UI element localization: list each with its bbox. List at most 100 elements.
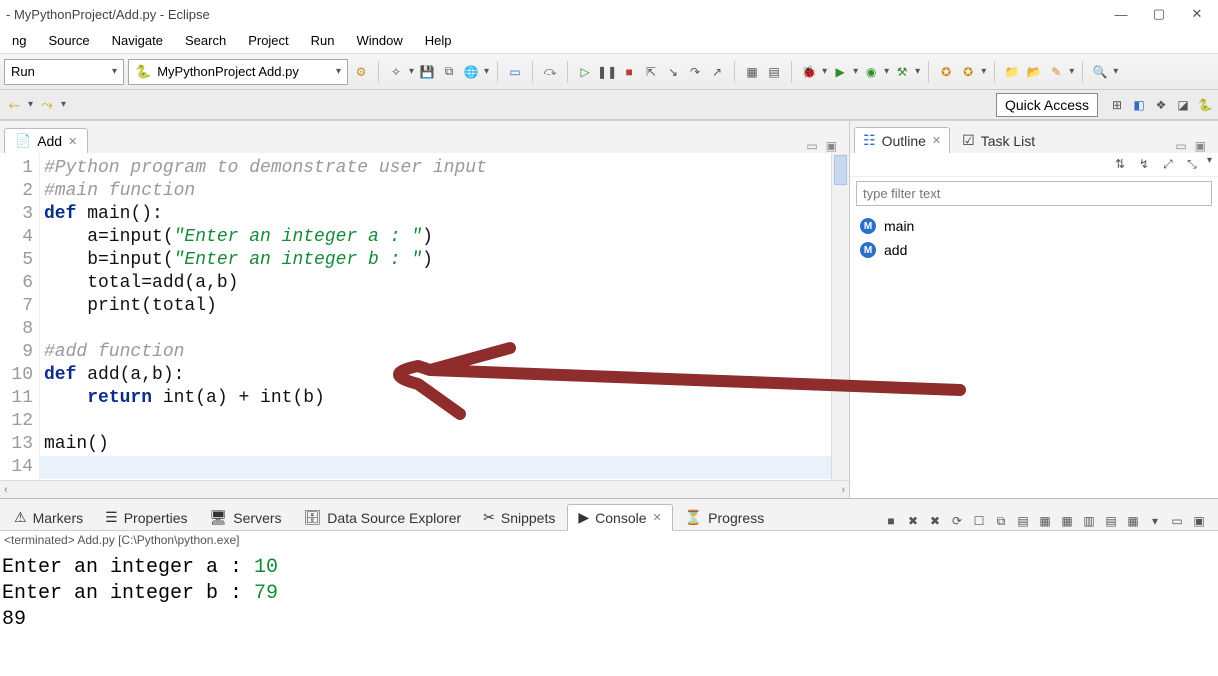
code-line[interactable]: #Python program to demonstrate user inpu…: [44, 157, 831, 180]
code-editor[interactable]: 1234567891011121314 #Python program to d…: [0, 153, 849, 480]
chevron-down-icon[interactable]: ▾: [28, 99, 33, 110]
menu-navigate[interactable]: Navigate: [102, 30, 173, 51]
debug-icon[interactable]: 🐞: [800, 63, 818, 81]
scroll-left-icon[interactable]: ‹: [4, 484, 8, 496]
disconnect-icon[interactable]: ⇱: [642, 63, 660, 81]
console-toolbar-icon[interactable]: ▣: [1190, 512, 1208, 530]
collapse-icon[interactable]: ⤢: [1159, 155, 1177, 173]
menu-window[interactable]: Window: [347, 30, 413, 51]
expand-icon[interactable]: ⤡: [1183, 155, 1201, 173]
pause-icon[interactable]: ❚❚: [598, 63, 616, 81]
code-line[interactable]: return int(a) + int(b): [44, 387, 831, 410]
console-toolbar-icon[interactable]: ▭: [1168, 512, 1186, 530]
close-icon[interactable]: ✕: [932, 134, 941, 147]
forward-icon[interactable]: ⤳: [37, 96, 57, 114]
close-icon[interactable]: ✕: [68, 135, 77, 148]
step-into-icon[interactable]: ↘: [664, 63, 682, 81]
horizontal-scrollbar[interactable]: ‹ ›: [0, 480, 849, 498]
pydev-perspective-icon[interactable]: 🐍: [1196, 96, 1214, 114]
open-perspective-icon[interactable]: ⊞: [1108, 96, 1126, 114]
tab-data-source-explorer[interactable]: 🗄Data Source Explorer: [294, 505, 472, 530]
minimize-view-icon[interactable]: ▭: [1175, 139, 1186, 153]
resume-icon[interactable]: ▷: [576, 63, 594, 81]
wand-icon[interactable]: ✎: [1047, 63, 1065, 81]
code-line[interactable]: def add(a,b):: [44, 364, 831, 387]
tab-outline[interactable]: ☷ Outline ✕: [854, 127, 950, 153]
minimize-view-icon[interactable]: ▭: [806, 139, 817, 153]
menu-search[interactable]: Search: [175, 30, 236, 51]
view-menu-icon[interactable]: ▾: [1207, 155, 1212, 174]
minimize-button[interactable]: —: [1114, 7, 1128, 21]
step-return-icon[interactable]: ↗: [708, 63, 726, 81]
console-toolbar-icon[interactable]: ✖: [926, 512, 944, 530]
code-line[interactable]: total=add(a,b): [44, 272, 831, 295]
console-toolbar-icon[interactable]: ▦: [1036, 512, 1054, 530]
menu-ng[interactable]: ng: [2, 30, 36, 51]
folder-open-icon[interactable]: 📂: [1025, 63, 1043, 81]
perspective-icon[interactable]: ◧: [1130, 96, 1148, 114]
project-combo[interactable]: 🐍 MyPythonProject Add.py ▾: [128, 59, 348, 85]
code-line[interactable]: #add function: [44, 341, 831, 364]
run-configuration-combo[interactable]: Run ▾: [4, 59, 124, 85]
chevron-down-icon[interactable]: ▾: [409, 66, 414, 77]
close-button[interactable]: ✕: [1190, 7, 1204, 21]
coverage-icon[interactable]: ◉: [862, 63, 880, 81]
chevron-down-icon[interactable]: ▾: [484, 66, 489, 77]
outline-item-main[interactable]: Mmain: [860, 214, 1208, 238]
menu-source[interactable]: Source: [38, 30, 99, 51]
editor-tab-add[interactable]: 📄 Add ✕: [4, 128, 88, 153]
console-toolbar-icon[interactable]: ▦: [1124, 512, 1142, 530]
perspective-icon[interactable]: ◪: [1174, 96, 1192, 114]
gear-icon[interactable]: ⚙: [352, 63, 370, 81]
code-line[interactable]: print(total): [44, 295, 831, 318]
code-line[interactable]: [44, 318, 831, 341]
console-toolbar-icon[interactable]: ▾: [1146, 512, 1164, 530]
toolbar-icon[interactable]: ✪: [959, 63, 977, 81]
tab-progress[interactable]: ⏳Progress: [675, 505, 774, 530]
screen-icon[interactable]: ▭: [506, 63, 524, 81]
chevron-down-icon[interactable]: ▾: [884, 66, 889, 77]
chevron-down-icon[interactable]: ▾: [853, 66, 858, 77]
console-toolbar-icon[interactable]: ▥: [1080, 512, 1098, 530]
tab-console[interactable]: ▶Console✕: [567, 504, 672, 531]
code-line[interactable]: [44, 410, 831, 433]
new-server-icon[interactable]: ✪: [937, 63, 955, 81]
save-icon[interactable]: 💾: [418, 63, 436, 81]
folder-icon[interactable]: 📁: [1003, 63, 1021, 81]
chevron-down-icon[interactable]: ▾: [1069, 66, 1074, 77]
tab-properties[interactable]: ☰Properties: [95, 505, 197, 530]
back-icon[interactable]: ⬸: [4, 96, 24, 114]
chevron-down-icon[interactable]: ▾: [822, 66, 827, 77]
console-toolbar-icon[interactable]: ■: [882, 512, 900, 530]
code-line[interactable]: #main function: [44, 180, 831, 203]
new-icon[interactable]: ✧: [387, 63, 405, 81]
console-toolbar-icon[interactable]: ▤: [1014, 512, 1032, 530]
scrollbar-thumb[interactable]: [834, 155, 847, 185]
menu-project[interactable]: Project: [238, 30, 298, 51]
filter-icon[interactable]: ↯: [1135, 155, 1153, 173]
chevron-down-icon[interactable]: ▾: [61, 99, 66, 110]
toolbar-icon[interactable]: ▤: [765, 63, 783, 81]
outline-item-add[interactable]: Madd: [860, 238, 1208, 262]
chevron-down-icon[interactable]: ▾: [981, 66, 986, 77]
outline-filter-input[interactable]: [856, 181, 1212, 206]
console-toolbar-icon[interactable]: ⧉: [992, 512, 1010, 530]
code-line[interactable]: b=input("Enter an integer b : "): [44, 249, 831, 272]
close-icon[interactable]: ✕: [653, 511, 662, 524]
chevron-down-icon[interactable]: ▾: [1113, 66, 1118, 77]
console-toolbar-icon[interactable]: ✖: [904, 512, 922, 530]
tab-markers[interactable]: ⚠Markers: [4, 505, 93, 530]
code-line[interactable]: a=input("Enter an integer a : "): [44, 226, 831, 249]
menu-help[interactable]: Help: [415, 30, 462, 51]
console-toolbar-icon[interactable]: ☐: [970, 512, 988, 530]
code-area[interactable]: #Python program to demonstrate user inpu…: [40, 153, 831, 480]
tab-snippets[interactable]: ✂Snippets: [473, 505, 565, 530]
code-line[interactable]: def main():: [44, 203, 831, 226]
vertical-scrollbar[interactable]: [831, 153, 849, 480]
scroll-right-icon[interactable]: ›: [841, 484, 845, 496]
stop-icon[interactable]: ■: [620, 63, 638, 81]
toolbar-icon[interactable]: ▦: [743, 63, 761, 81]
code-line[interactable]: main(): [44, 433, 831, 456]
menu-run[interactable]: Run: [301, 30, 345, 51]
tab-servers[interactable]: 🖥Servers: [200, 505, 292, 530]
